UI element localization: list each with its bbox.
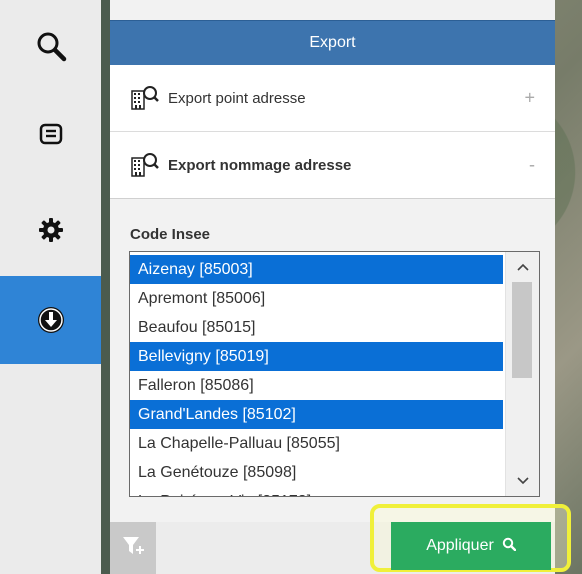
expand-toggle[interactable]: + xyxy=(524,88,535,109)
add-filter-button[interactable] xyxy=(110,522,156,574)
building-search-icon xyxy=(130,152,160,178)
apply-button[interactable]: Appliquer xyxy=(391,522,551,570)
list-icon xyxy=(39,123,63,145)
list-item[interactable]: La Genétouze [85098] xyxy=(130,458,503,487)
list-item[interactable]: Apremont [85006] xyxy=(130,284,503,313)
list-items: Aizenay [85003] Apremont [85006] Beaufou… xyxy=(130,255,503,496)
export-tool-button[interactable] xyxy=(0,276,101,364)
download-icon xyxy=(36,305,66,335)
list-item[interactable]: Beaufou [85015] xyxy=(130,313,503,342)
export-panel: Export Export point adresse + Export nom… xyxy=(110,0,555,574)
code-insee-multiselect[interactable]: Aizenay [85003] Apremont [85006] Beaufou… xyxy=(129,251,540,497)
search-icon xyxy=(35,30,67,62)
section-export-nommage-adresse[interactable]: Export nommage adresse - xyxy=(110,132,555,199)
collapse-toggle[interactable]: - xyxy=(529,155,535,176)
chevron-down-icon xyxy=(516,472,529,490)
toolbar-divider xyxy=(101,0,110,574)
apply-highlight: Appliquer xyxy=(370,504,571,572)
scroll-thumb[interactable] xyxy=(512,282,532,378)
scroll-up-arrow[interactable] xyxy=(506,256,539,278)
search-icon xyxy=(502,537,516,556)
list-item[interactable]: Aizenay [85003] xyxy=(130,255,503,284)
scroll-down-arrow[interactable] xyxy=(506,470,539,492)
list-item[interactable]: Le Poiré-sur-Vie [85178] xyxy=(130,487,503,496)
list-item[interactable]: Bellevigny [85019] xyxy=(130,342,503,371)
settings-tool-button[interactable] xyxy=(0,186,101,274)
gear-icon xyxy=(38,217,64,243)
list-item[interactable]: La Chapelle-Palluau [85055] xyxy=(130,429,503,458)
list-item[interactable]: Grand'Landes [85102] xyxy=(130,400,503,429)
panel-title: Export xyxy=(110,20,555,65)
section-export-point-adresse[interactable]: Export point adresse + xyxy=(110,65,555,132)
search-tool-button[interactable] xyxy=(0,2,101,90)
list-tool-button[interactable] xyxy=(0,90,101,178)
building-search-icon xyxy=(130,85,160,111)
section-label: Export point adresse xyxy=(168,89,306,107)
side-toolbar xyxy=(0,0,101,574)
list-item[interactable]: Falleron [85086] xyxy=(130,371,503,400)
filter-add-icon xyxy=(122,535,144,562)
section-label: Export nommage adresse xyxy=(168,156,352,174)
apply-label: Appliquer xyxy=(426,537,494,554)
chevron-up-icon xyxy=(516,258,529,276)
list-scrollbar[interactable] xyxy=(505,252,539,496)
code-insee-label: Code Insee xyxy=(130,226,211,243)
